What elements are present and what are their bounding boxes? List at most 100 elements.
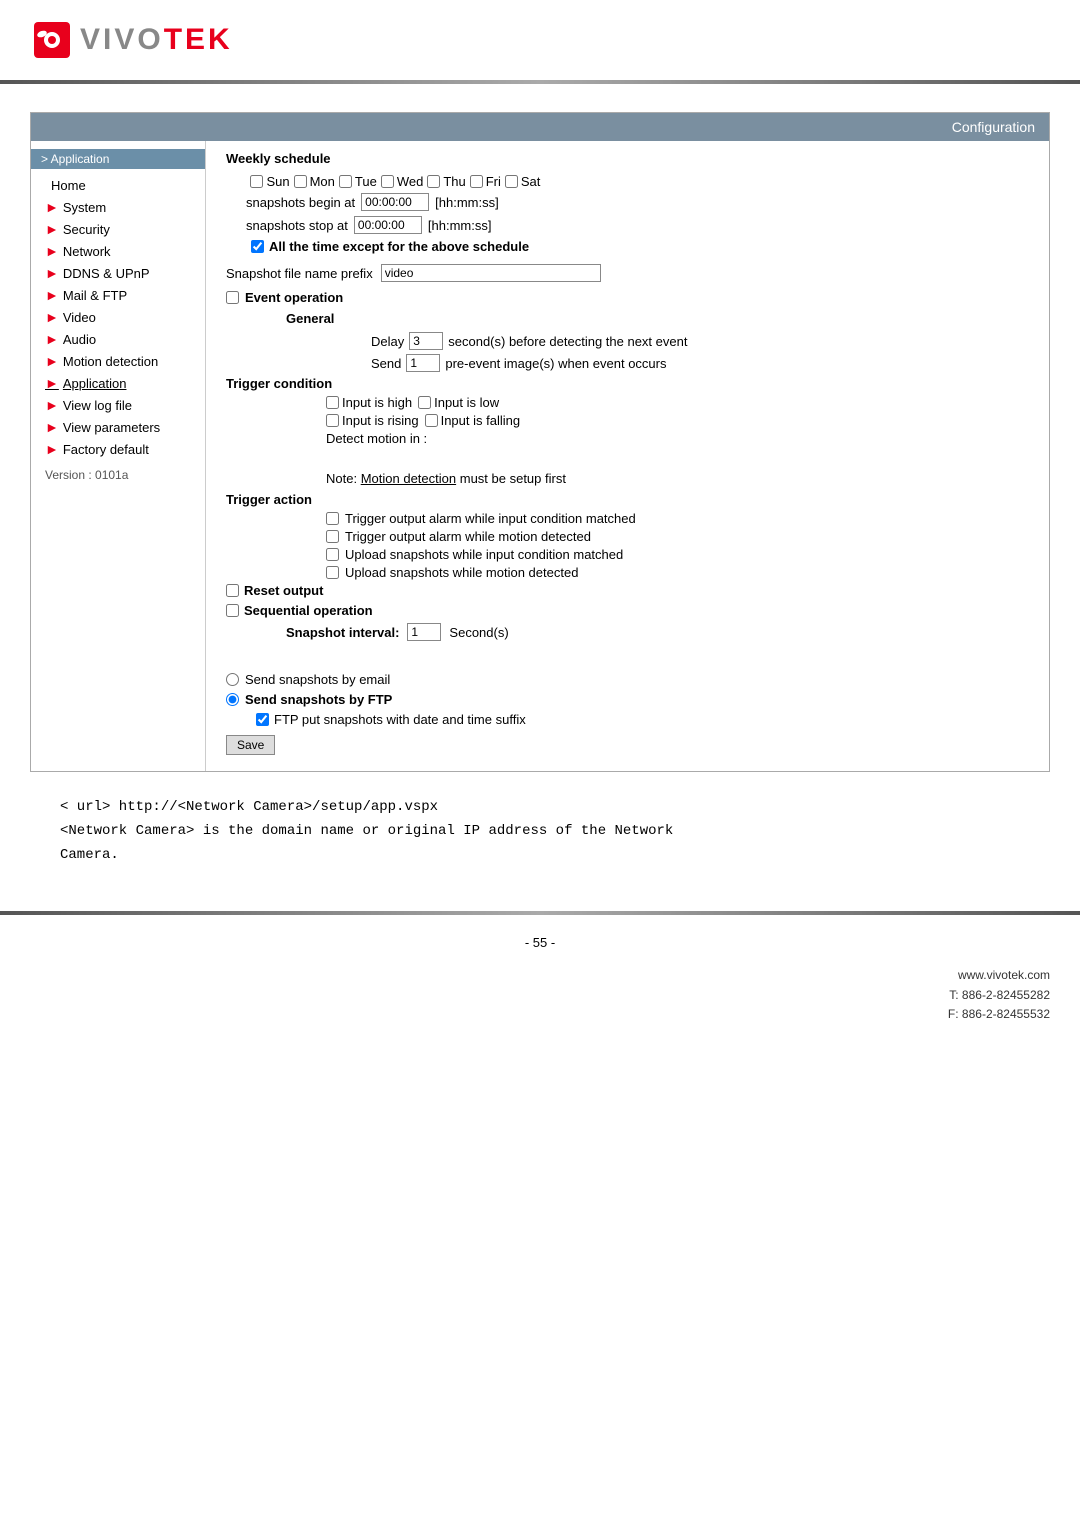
bullet-system: ► <box>45 199 59 215</box>
sidebar-item-security[interactable]: ► Security <box>31 218 205 240</box>
input-low-text: Input is low <box>434 395 499 410</box>
send-ftp-label: Send snapshots by FTP <box>245 692 392 707</box>
sidebar-item-factory[interactable]: ► Factory default <box>31 438 205 460</box>
trigger-action-section: Trigger action <box>226 492 1029 507</box>
trigger-alarm-motion-checkbox[interactable] <box>326 530 339 543</box>
footer-divider <box>0 911 1080 915</box>
snapshot-prefix-input[interactable] <box>381 264 601 282</box>
motion-detection-link[interactable]: Motion detection <box>361 471 456 486</box>
config-body: > Application Home ► System ► Security ►… <box>31 141 1049 771</box>
bullet-factory: ► <box>45 441 59 457</box>
content-area: Weekly schedule Sun Mon <box>206 141 1049 771</box>
input-falling-label[interactable]: Input is falling <box>425 413 521 428</box>
day-mon-text: Mon <box>310 174 335 189</box>
day-thu-checkbox[interactable] <box>427 175 440 188</box>
input-high-label[interactable]: Input is high <box>326 395 412 410</box>
sidebar-label-network: Network <box>63 244 111 259</box>
day-mon-checkbox[interactable] <box>294 175 307 188</box>
sidebar-item-home[interactable]: Home <box>31 175 205 196</box>
sidebar-item-mail[interactable]: ► Mail & FTP <box>31 284 205 306</box>
trigger-action-row-3: Upload snapshots while input condition m… <box>326 547 1029 562</box>
send-input[interactable] <box>406 354 440 372</box>
snapshots-stop-input[interactable] <box>354 216 422 234</box>
input-falling-checkbox[interactable] <box>425 414 438 427</box>
logo: VIVOTEK <box>30 18 1050 62</box>
sidebar-label-viewparams: View parameters <box>63 420 160 435</box>
snapshot-interval-label: Snapshot interval: <box>286 625 399 640</box>
sidebar-item-ddns[interactable]: ► DDNS & UPnP <box>31 262 205 284</box>
config-panel: Configuration > Application Home ► Syste… <box>30 112 1050 772</box>
sidebar-item-motion[interactable]: ► Motion detection <box>31 350 205 372</box>
snapshots-stop-format: [hh:mm:ss] <box>428 218 492 233</box>
weekly-schedule: Sun Mon Tue Wed <box>226 174 1029 254</box>
sidebar-item-video[interactable]: ► Video <box>31 306 205 328</box>
reset-output-checkbox[interactable] <box>226 584 239 597</box>
day-tue-text: Tue <box>355 174 377 189</box>
sidebar-item-network[interactable]: ► Network <box>31 240 205 262</box>
bullet-network: ► <box>45 243 59 259</box>
day-fri-checkbox[interactable] <box>470 175 483 188</box>
days-row: Sun Mon Tue Wed <box>226 174 1029 189</box>
sidebar-item-viewlog[interactable]: ► View log file <box>31 394 205 416</box>
trigger-action-row-4: Upload snapshots while motion detected <box>326 565 1029 580</box>
sidebar-item-viewparams[interactable]: ► View parameters <box>31 416 205 438</box>
bullet-ddns: ► <box>45 265 59 281</box>
sidebar-item-system[interactable]: ► System <box>31 196 205 218</box>
event-op-checkbox[interactable] <box>226 291 239 304</box>
spacer2 <box>226 651 1029 666</box>
spacer <box>226 450 1029 465</box>
input-low-checkbox[interactable] <box>418 396 431 409</box>
upload-snap-input-checkbox[interactable] <box>326 548 339 561</box>
day-sun-checkbox[interactable] <box>250 175 263 188</box>
delay-input[interactable] <box>409 332 443 350</box>
day-wed-label[interactable]: Wed <box>381 174 424 189</box>
snapshot-prefix-label: Snapshot file name prefix <box>226 266 373 281</box>
day-mon-label[interactable]: Mon <box>294 174 335 189</box>
sequential-op-label: Sequential operation <box>244 603 373 618</box>
bullet-motion: ► <box>45 353 59 369</box>
snapshots-begin-input[interactable] <box>361 193 429 211</box>
trigger-row-1: Input is high Input is low <box>326 395 1029 410</box>
day-sat-checkbox[interactable] <box>505 175 518 188</box>
footer-contact: www.vivotek.com T: 886-2-82455282 F: 886… <box>0 958 1080 1044</box>
send-ftp-radio[interactable] <box>226 693 239 706</box>
day-thu-label[interactable]: Thu <box>427 174 465 189</box>
day-tue-label[interactable]: Tue <box>339 174 377 189</box>
delay-suffix: second(s) before detecting the next even… <box>448 334 687 349</box>
day-tue-checkbox[interactable] <box>339 175 352 188</box>
all-time-checkbox[interactable] <box>251 240 264 253</box>
day-wed-checkbox[interactable] <box>381 175 394 188</box>
bullet-mail: ► <box>45 287 59 303</box>
sidebar-item-application[interactable]: ► Application <box>31 372 205 394</box>
note-row: Note: Motion detection must be setup fir… <box>326 471 1029 486</box>
phone: T: 886-2-82455282 <box>0 986 1050 1005</box>
sidebar-item-audio[interactable]: ► Audio <box>31 328 205 350</box>
send-email-radio[interactable] <box>226 673 239 686</box>
input-rising-text: Input is rising <box>342 413 419 428</box>
upload-snap-input-text: Upload snapshots while input condition m… <box>345 547 623 562</box>
bullet-audio: ► <box>45 331 59 347</box>
delay-row: Delay second(s) before detecting the nex… <box>326 332 1029 350</box>
ftp-date-checkbox[interactable] <box>256 713 269 726</box>
sidebar-label-application: Application <box>63 376 127 391</box>
day-sun-label[interactable]: Sun <box>250 174 289 189</box>
input-high-checkbox[interactable] <box>326 396 339 409</box>
reset-output-row: Reset output <box>226 583 1029 598</box>
trigger-action-row-2: Trigger output alarm while motion detect… <box>326 529 1029 544</box>
header-divider <box>0 80 1080 84</box>
send-suffix: pre-event image(s) when event occurs <box>445 356 666 371</box>
trigger-alarm-input-checkbox[interactable] <box>326 512 339 525</box>
day-fri-label[interactable]: Fri <box>470 174 501 189</box>
input-rising-checkbox[interactable] <box>326 414 339 427</box>
day-sat-label[interactable]: Sat <box>505 174 541 189</box>
input-rising-label[interactable]: Input is rising <box>326 413 419 428</box>
save-button[interactable]: Save <box>226 735 275 755</box>
page-number: - 55 - <box>0 927 1080 958</box>
trigger-alarm-input-text: Trigger output alarm while input conditi… <box>345 511 636 526</box>
bullet-video: ► <box>45 309 59 325</box>
sequential-op-checkbox[interactable] <box>226 604 239 617</box>
upload-snap-motion-checkbox[interactable] <box>326 566 339 579</box>
input-low-label[interactable]: Input is low <box>418 395 499 410</box>
snapshot-interval-input[interactable] <box>407 623 441 641</box>
trigger-condition-label: Trigger condition <box>226 376 406 391</box>
